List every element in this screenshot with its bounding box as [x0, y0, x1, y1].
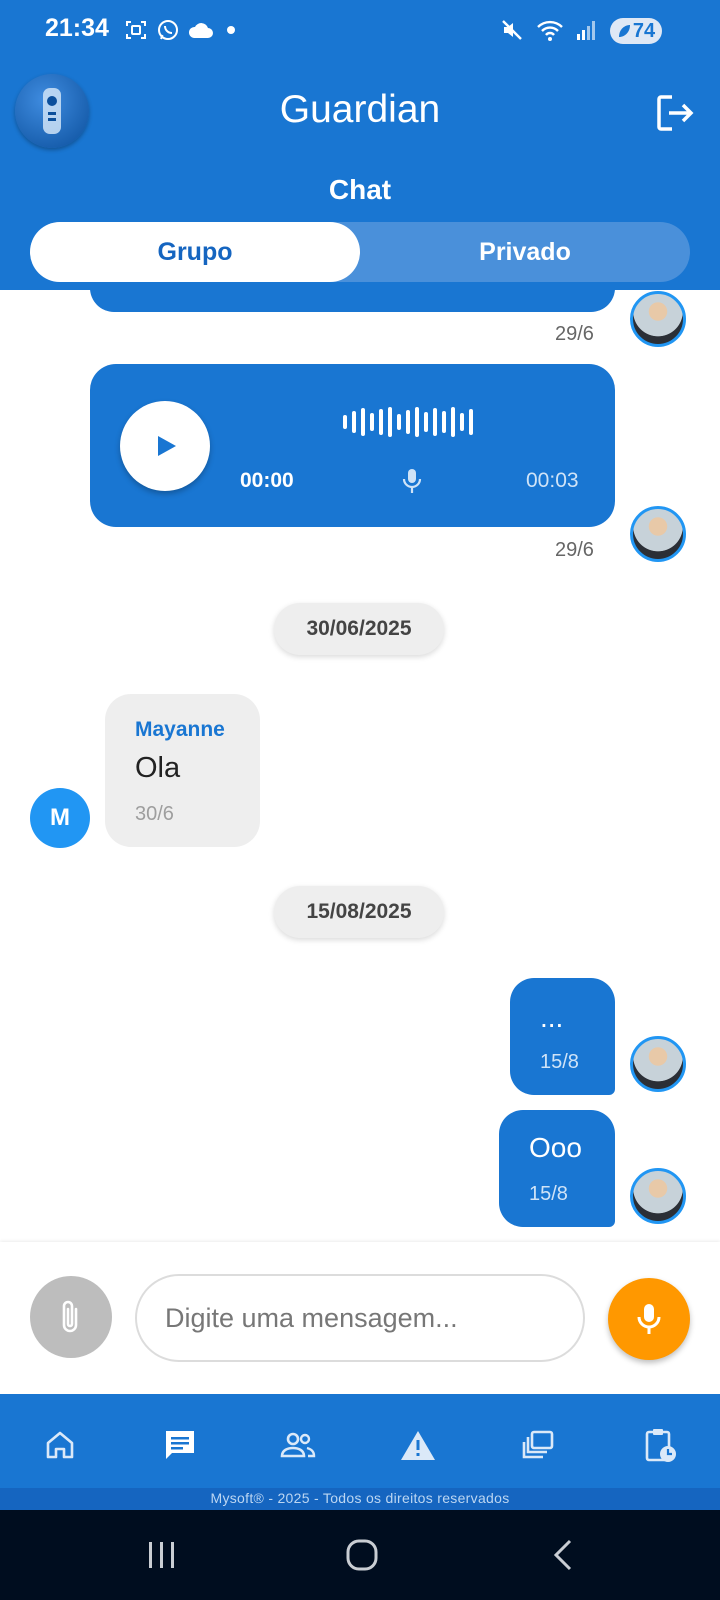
message-time: 29/6 — [555, 323, 594, 345]
audio-duration: 00:03 — [526, 469, 579, 492]
nav-alerts[interactable] — [388, 1420, 448, 1470]
paperclip-icon — [62, 1300, 78, 1333]
nav-chat[interactable] — [150, 1420, 210, 1470]
message-time: 15/8 — [529, 1183, 568, 1205]
whatsapp-icon — [158, 20, 178, 40]
sender-name: Mayanne — [135, 718, 225, 741]
nav-schedule[interactable] — [630, 1420, 690, 1470]
gallery-icon — [522, 1430, 554, 1459]
status-time: 21:34 — [45, 14, 109, 42]
signal-icon — [577, 21, 595, 40]
battery-level: 74 — [632, 19, 656, 42]
message-input[interactable] — [135, 1274, 585, 1362]
sender-avatar: M — [30, 788, 90, 848]
play-button[interactable] — [120, 401, 210, 491]
record-audio-button[interactable] — [608, 1278, 690, 1360]
home-circle-icon — [346, 1539, 378, 1571]
date-separator: 15/08/2025 — [274, 886, 444, 938]
schedule-icon — [645, 1429, 676, 1462]
screenshot-icon — [126, 21, 146, 39]
user-avatar — [630, 506, 686, 562]
message-text: ... — [540, 1002, 564, 1033]
tab-privado[interactable]: Privado — [360, 222, 690, 282]
message-bubble-incoming[interactable] — [105, 694, 260, 847]
warning-icon — [401, 1431, 435, 1460]
cloud-icon — [188, 23, 213, 38]
audio-current-time: 00:00 — [240, 469, 294, 492]
footer-copyright: Mysoft® - 2025 - Todos os direitos reser… — [210, 1490, 510, 1506]
message-bubble-outgoing[interactable] — [90, 282, 615, 312]
bottom-navigation — [0, 1394, 720, 1488]
home-icon — [46, 1431, 74, 1459]
recent-apps-icon — [149, 1542, 174, 1568]
play-icon — [158, 436, 176, 456]
date-separator: 30/06/2025 — [274, 603, 444, 655]
tab-grupo[interactable]: Grupo — [30, 222, 360, 282]
message-bubble-outgoing[interactable] — [499, 1110, 615, 1227]
nav-home[interactable] — [30, 1420, 90, 1470]
wifi-icon — [537, 20, 563, 41]
attach-button[interactable] — [30, 1276, 112, 1358]
message-time: 30/6 — [135, 803, 174, 825]
message-time: 29/6 — [555, 539, 594, 561]
mute-icon — [502, 20, 522, 40]
app-title: Guardian — [279, 88, 441, 131]
battery-saver-icon — [618, 25, 630, 37]
message-text: Ooo — [529, 1132, 582, 1163]
audio-waveform — [343, 406, 473, 438]
section-title: Chat — [328, 174, 392, 205]
chat-icon — [166, 1431, 194, 1459]
back-icon — [553, 1539, 572, 1571]
logout-button[interactable] — [654, 92, 696, 139]
home-system-button[interactable] — [345, 1538, 379, 1577]
back-button[interactable] — [550, 1538, 578, 1577]
nav-people[interactable] — [268, 1420, 328, 1470]
message-bubble-outgoing[interactable] — [510, 978, 615, 1095]
status-icons-left — [124, 18, 240, 42]
message-text: Ola — [135, 752, 181, 784]
user-avatar — [630, 1036, 686, 1092]
battery-indicator: 74 — [610, 18, 662, 44]
status-icons-right — [500, 18, 598, 42]
people-icon — [280, 1432, 316, 1458]
user-avatar — [630, 1168, 686, 1224]
message-time: 15/8 — [540, 1051, 579, 1073]
dot-icon — [227, 26, 235, 34]
nav-gallery[interactable] — [508, 1420, 568, 1470]
logout-icon — [657, 95, 694, 131]
mic-icon — [637, 1304, 661, 1334]
user-avatar — [630, 291, 686, 347]
mic-indicator-icon — [401, 467, 423, 500]
recent-apps-button[interactable] — [145, 1540, 179, 1575]
